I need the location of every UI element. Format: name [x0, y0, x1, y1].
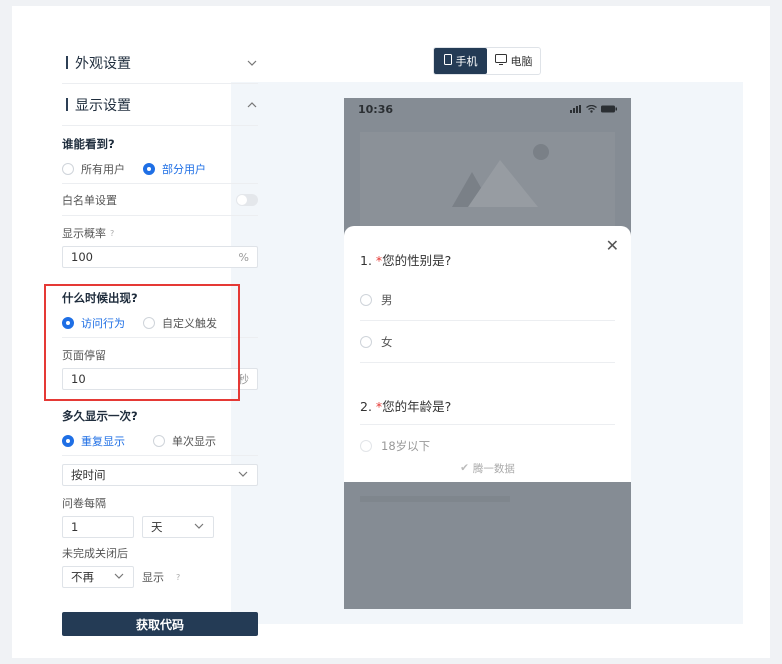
interval-row: 1 天 — [62, 516, 258, 538]
whitelist-row: 白名单设置 — [62, 184, 258, 216]
battery-icon — [601, 103, 617, 116]
chevron-down-icon — [113, 570, 125, 585]
freq-title: 多久显示一次? — [62, 409, 138, 423]
chevron-down-icon — [246, 57, 258, 69]
unfinished-row: 不再 显示 ? — [62, 566, 258, 588]
help-icon: ? — [110, 228, 115, 238]
image-placeholder-icon — [452, 144, 549, 207]
freq-radio-group: 重复显示 单次显示 — [62, 426, 258, 456]
phone-icon — [443, 54, 452, 68]
highlight-box — [44, 284, 240, 401]
radio-some-users[interactable]: 部分用户 — [143, 161, 206, 177]
check-icon: ✔ — [460, 462, 469, 474]
survey-footer: ✔ 腾一数据 — [344, 454, 631, 482]
question-1: 1. *您的性别是? — [360, 253, 452, 268]
q1-option-male[interactable]: 男 — [360, 292, 615, 308]
chevron-down-icon — [193, 520, 205, 535]
interval-label: 问卷每隔 — [62, 497, 106, 510]
appearance-title: 外观设置 — [75, 55, 131, 72]
unfinished-select[interactable]: 不再 — [62, 566, 134, 588]
probability-label: 显示概率 — [62, 227, 106, 240]
phone-preview: 10:36 ✕ 1. *您的性别是? 男 女 2. *您的年龄是? 18岁以下 — [344, 98, 631, 609]
unfinished-suffix: 显示 — [142, 571, 164, 584]
radio-all-users[interactable]: 所有用户 — [62, 161, 125, 177]
status-time: 10:36 — [358, 102, 394, 116]
chevron-down-icon — [237, 468, 249, 483]
radio-once[interactable]: 单次显示 — [153, 433, 216, 449]
background-content-bar — [360, 496, 510, 502]
chevron-up-icon — [246, 99, 258, 111]
radio-repeat[interactable]: 重复显示 — [62, 433, 125, 449]
help-icon: ? — [176, 572, 181, 582]
tab-mobile[interactable]: 手机 — [434, 48, 487, 74]
get-code-button[interactable]: 获取代码 — [62, 612, 258, 636]
survey-sheet: ✕ 1. *您的性别是? 男 女 2. *您的年龄是? 18岁以下 ✔ 腾一数据 — [344, 226, 631, 482]
tab-desktop[interactable]: 电脑 — [487, 48, 540, 74]
device-tabs: 手机 电脑 — [433, 47, 541, 75]
hero-image-placeholder — [360, 132, 615, 232]
q1-option-female[interactable]: 女 — [360, 334, 615, 350]
question-2: 2. *您的年龄是? — [360, 399, 452, 414]
interval-input[interactable]: 1 — [62, 516, 134, 538]
signal-icon — [570, 103, 582, 116]
display-title: 显示设置 — [75, 97, 131, 114]
whitelist-label: 白名单设置 — [62, 193, 117, 207]
interval-unit-select[interactable]: 天 — [142, 516, 214, 538]
whitelist-toggle[interactable] — [236, 193, 258, 206]
close-icon[interactable]: ✕ — [606, 236, 619, 255]
wifi-icon — [586, 103, 597, 116]
freq-mode-select[interactable]: 按时间 — [62, 464, 258, 486]
q2-option-partial[interactable]: 18岁以下 — [360, 438, 615, 454]
probability-input[interactable]: 100 % — [62, 246, 258, 268]
who-radio-group: 所有用户 部分用户 — [62, 154, 258, 184]
display-section-header[interactable]: 显示设置 — [62, 84, 258, 126]
who-title: 谁能看到? — [62, 137, 115, 151]
status-bar: 10:36 — [344, 98, 631, 120]
appearance-section-header[interactable]: 外观设置 — [62, 42, 258, 84]
unfinished-label: 未完成关闭后 — [62, 547, 128, 560]
probability-label-row: 显示概率 ? — [62, 220, 258, 246]
monitor-icon — [494, 54, 507, 68]
